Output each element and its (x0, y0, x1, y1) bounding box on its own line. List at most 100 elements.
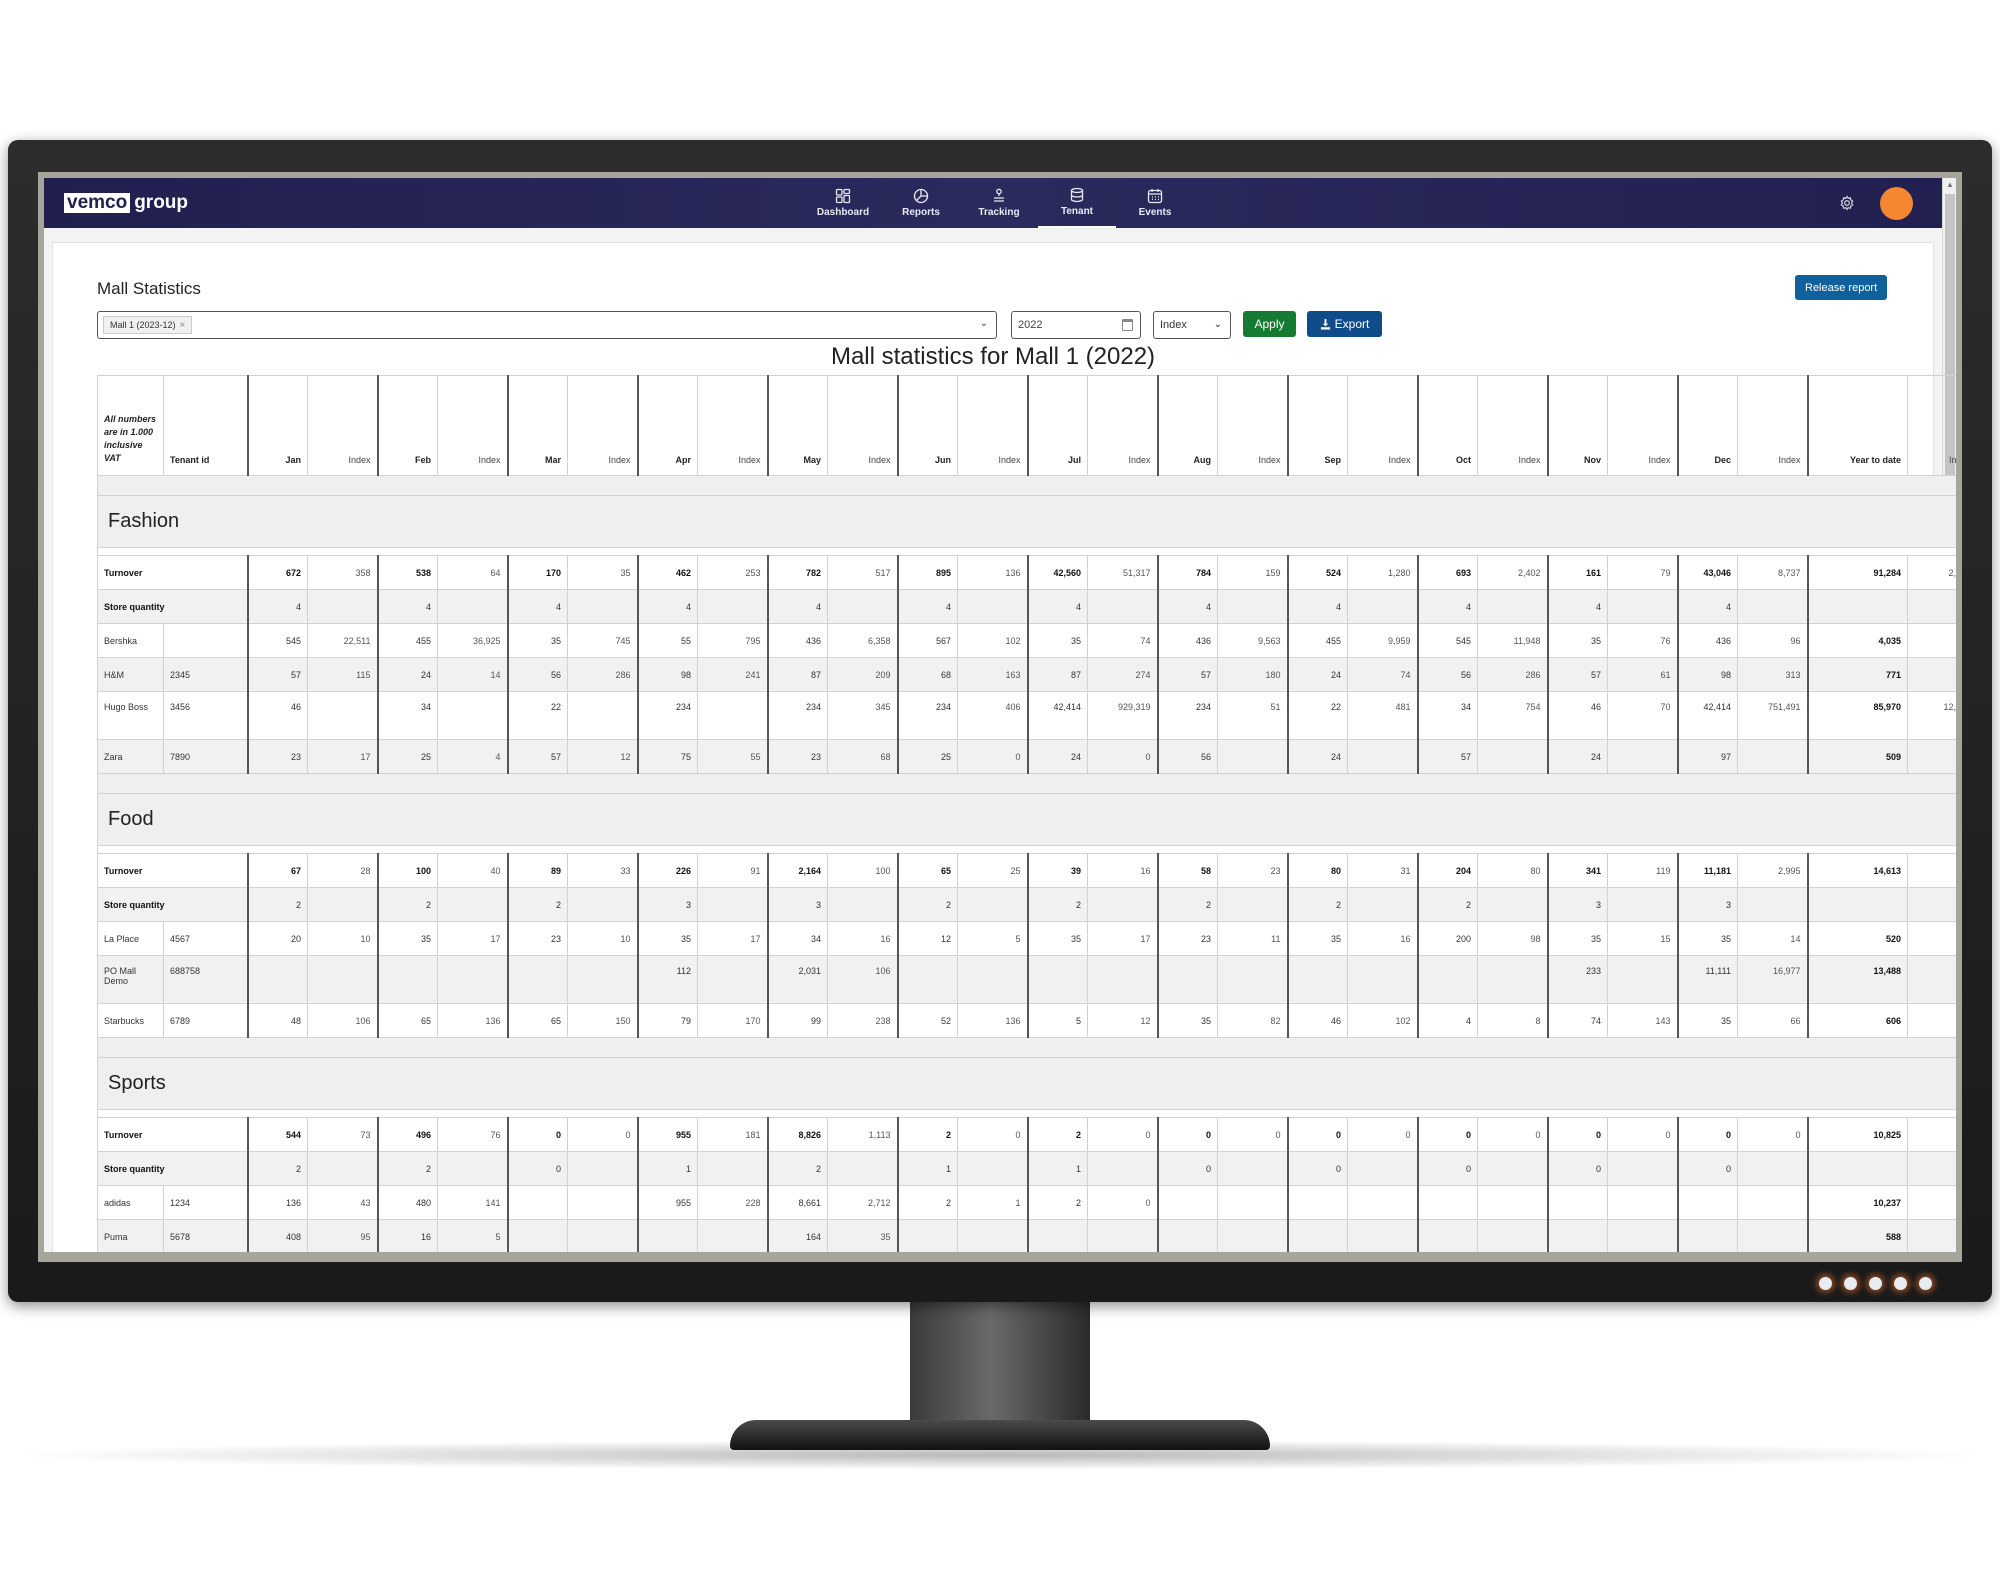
value-cell: 52 (896, 1003, 958, 1038)
apply-button[interactable]: Apply (1243, 311, 1296, 337)
value-cell: 89 (506, 853, 568, 888)
index-cell: 0 (1347, 1117, 1418, 1152)
header-index: Index (1087, 375, 1158, 476)
header-month: Nov (1546, 375, 1608, 476)
value-cell: 55 (636, 623, 698, 658)
value-cell: 23 (766, 739, 828, 774)
nav-item-events[interactable]: Events (1116, 178, 1194, 228)
index-cell: 0 (1477, 1117, 1548, 1152)
led-indicator (1844, 1277, 1857, 1290)
index-cell (1347, 955, 1418, 1004)
index-cell: 70 (1607, 691, 1678, 740)
index-cell: 82 (1217, 1003, 1288, 1038)
index-cell: 5 (957, 921, 1028, 956)
value-cell: 112 (636, 955, 698, 1004)
mall-filter-select[interactable]: Mall 1 (2023-12) × ⌄ (97, 311, 997, 339)
value-cell: 2 (1026, 887, 1088, 922)
value-cell: 234 (766, 691, 828, 740)
value-cell (1546, 1219, 1608, 1252)
gear-icon[interactable] (1839, 195, 1855, 211)
value-cell (1806, 1151, 1908, 1186)
index-cell (567, 691, 638, 740)
value-cell: 65 (896, 853, 958, 888)
value-cell: 4 (1676, 589, 1738, 624)
index-cell: 0 (1087, 739, 1158, 774)
value-cell: 35 (1026, 921, 1088, 956)
index-cell: 20 (1907, 921, 1956, 956)
value-cell: 25 (376, 739, 438, 774)
year-input[interactable]: 2022 (1011, 311, 1141, 339)
index-cell: 274 (1087, 657, 1158, 692)
index-cell: 238 (827, 1003, 898, 1038)
brand-logo[interactable]: vemco group (64, 192, 188, 214)
index-cell: 0 (1607, 1117, 1678, 1152)
row-label: Store quantity (97, 1151, 248, 1186)
screen: vemco group Dashboard Reports Tracking T… (44, 178, 1956, 1252)
index-cell: 115 (307, 657, 378, 692)
value-cell: 25 (896, 739, 958, 774)
export-label: Export (1334, 317, 1370, 331)
value-cell: 98 (636, 657, 698, 692)
index-cell: 12 (1087, 1003, 1158, 1038)
index-cell: 8 (1477, 1003, 1548, 1038)
value-cell: 0 (1286, 1151, 1348, 1186)
chip-remove-icon[interactable]: × (180, 320, 186, 331)
nav-label: Dashboard (816, 207, 870, 218)
user-avatar[interactable] (1880, 187, 1913, 220)
tenant-row: Starbucks 6789 48 106 65 136 65 150 79 170 99 238 52… (97, 1003, 1956, 1038)
value-cell: 2 (896, 887, 958, 922)
index-cell: 5 (437, 1219, 508, 1252)
led-indicator (1869, 1277, 1882, 1290)
index-cell: 55 (697, 739, 768, 774)
value-cell (1676, 1219, 1738, 1252)
index-cell: 209 (827, 657, 898, 692)
value-cell (1416, 1219, 1478, 1252)
value-cell: 0 (506, 1117, 568, 1152)
tenant-name: Zara (97, 739, 164, 774)
value-cell: 4 (376, 589, 438, 624)
calendar-icon[interactable] (1122, 319, 1133, 331)
scroll-up-arrow-icon[interactable]: ▲ (1946, 180, 1954, 189)
tenant-id (163, 623, 248, 658)
chevron-down-icon[interactable]: ⌄ (980, 318, 988, 329)
value-cell: 34 (376, 691, 438, 740)
index-cell: 2,995 (1737, 853, 1808, 888)
index-cell (1477, 739, 1548, 774)
index-cell: 241 (697, 657, 768, 692)
release-report-button[interactable]: Release report (1795, 275, 1888, 300)
index-cell: 345 (827, 691, 898, 740)
value-cell: 170 (506, 555, 568, 590)
index-cell (957, 589, 1028, 624)
value-cell: 14,613 (1806, 853, 1908, 888)
index-cell (1217, 955, 1288, 1004)
index-cell: 14 (437, 657, 508, 692)
value-cell: 672 (246, 555, 308, 590)
nav-item-reports[interactable]: Reports (882, 178, 960, 228)
value-cell: 97 (1676, 739, 1738, 774)
index-cell: 12,892 (1907, 691, 1956, 740)
value-cell: 524 (1286, 555, 1348, 590)
value-cell: 35 (506, 623, 568, 658)
nav-label: Tracking (978, 207, 1020, 218)
index-cell (697, 1219, 768, 1252)
index-cell: 754 (1477, 691, 1548, 740)
index-cell (567, 887, 638, 922)
index-cell: 15 (1607, 921, 1678, 956)
index-cell: 1,113 (827, 1117, 898, 1152)
nav-item-dashboard[interactable]: Dashboard (804, 178, 882, 228)
nav-item-tenant[interactable]: Tenant (1038, 178, 1116, 228)
export-button[interactable]: Export (1307, 311, 1382, 337)
page-title: Mall Statistics (97, 279, 201, 298)
value-cell: 57 (246, 657, 308, 692)
index-cell (1087, 1151, 1158, 1186)
value-cell: 24 (1286, 657, 1348, 692)
index-cell: 180 (1217, 657, 1288, 692)
value-cell (896, 955, 958, 1004)
value-cell: 87 (1026, 657, 1088, 692)
value-cell: 13,488 (1806, 955, 1908, 1004)
nav-item-tracking[interactable]: Tracking (960, 178, 1038, 228)
index-cell: 16,977 (1737, 955, 1808, 1004)
index-cell: 61 (1607, 657, 1678, 692)
mode-select[interactable]: Index ⌄ (1153, 311, 1231, 339)
index-cell: 287 (1907, 853, 1956, 888)
